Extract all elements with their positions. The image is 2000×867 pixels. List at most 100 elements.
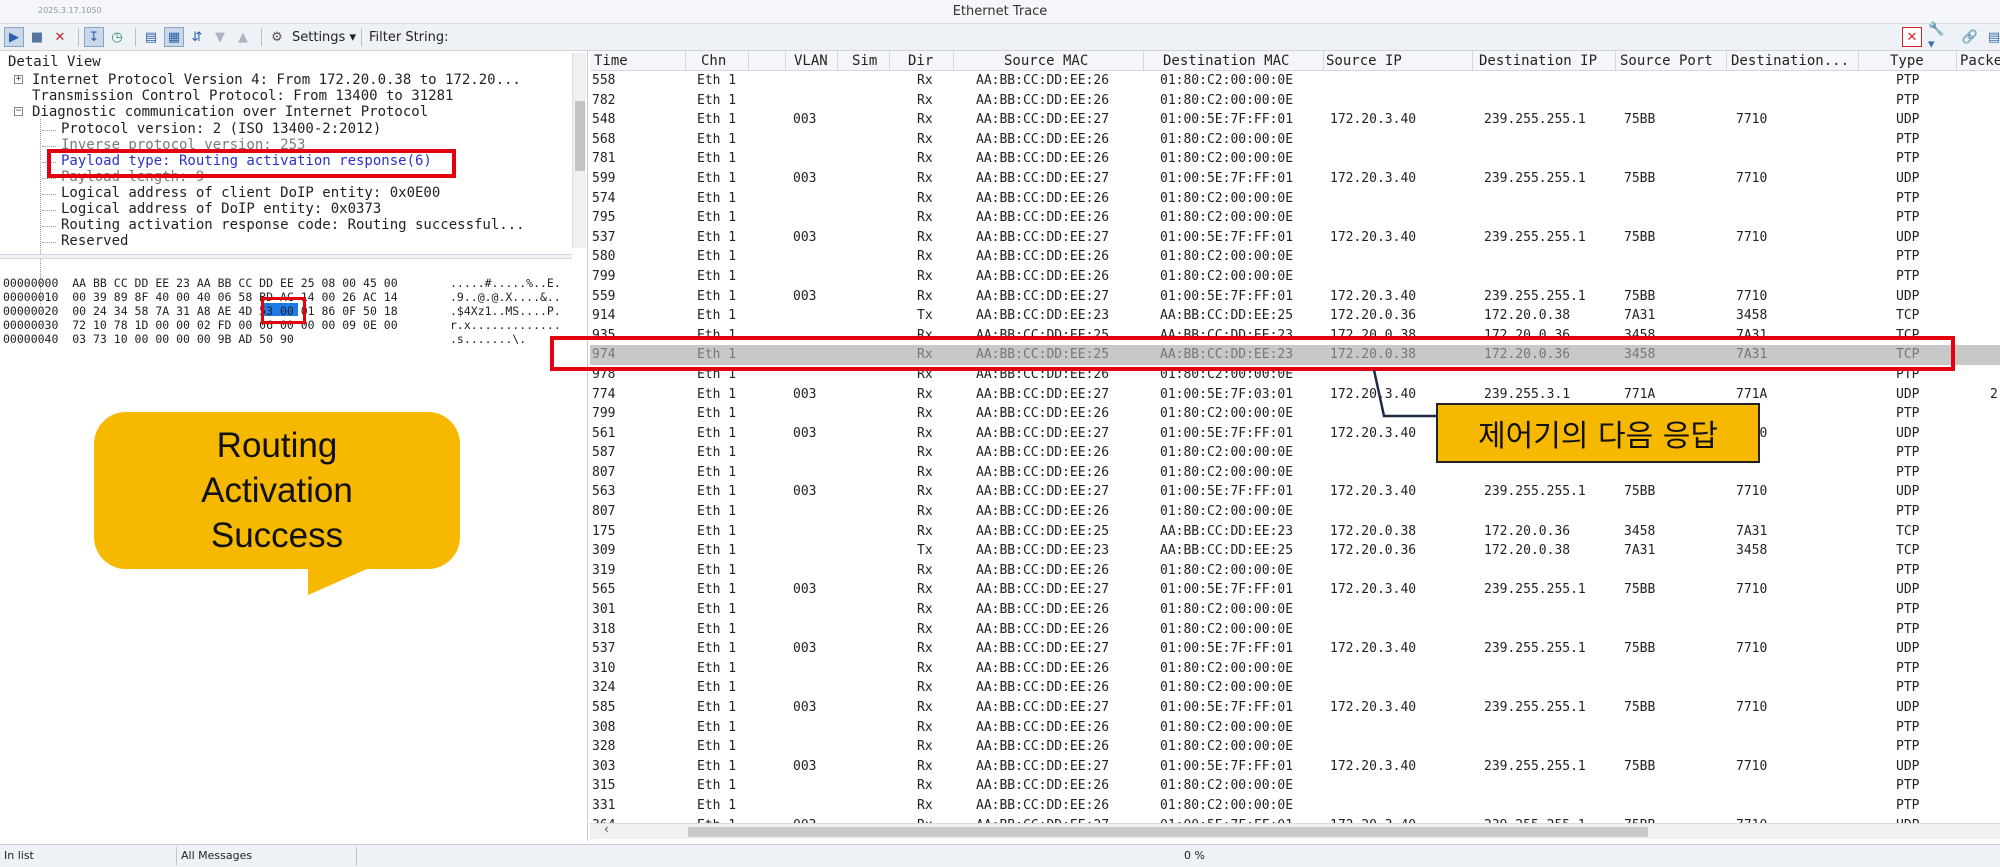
wrench-icon[interactable]: 🔧▾ xyxy=(1928,22,1948,52)
table-row[interactable]: 315 Eth 1 Rx AA:BB:CC:DD:EE:26 01:80:C2:00:0… xyxy=(590,776,2000,796)
hex-view-icon[interactable]: ▦ xyxy=(164,27,184,47)
table-row[interactable]: 537 Eth 1 003 Rx AA:BB:CC:DD:EE:27 01:00:5E:7… xyxy=(590,228,2000,248)
column-source-ip[interactable]: Source IP xyxy=(1326,53,1402,69)
pane-splitter[interactable] xyxy=(0,254,572,259)
table-row[interactable]: 558 Eth 1 Rx AA:BB:CC:DD:EE:26 01:80:C2:00:0… xyxy=(590,71,2000,91)
table-row[interactable]: 303 Eth 1 003 Rx AA:BB:CC:DD:EE:27 01:00:5E:7… xyxy=(590,757,2000,777)
tree-item-response-code[interactable]: Routing activation response code: Routin… xyxy=(61,217,525,233)
column-type[interactable]: Type xyxy=(1890,53,1924,69)
cell-vlan: 003 xyxy=(793,700,817,715)
close-filter-icon[interactable]: ✕ xyxy=(1902,27,1922,47)
table-row[interactable]: 914 Eth 1 Tx AA:BB:CC:DD:EE:23 AA:BB:CC:DD:E… xyxy=(590,306,2000,326)
column-destination-ip[interactable]: Destination IP xyxy=(1479,53,1597,69)
settings-menu[interactable]: Settings ▾ xyxy=(292,30,356,45)
hex-dump[interactable]: 00000000 AA BB CC DD EE 23 AA BB CC DD E… xyxy=(3,262,398,346)
table-row[interactable]: 559 Eth 1 003 Rx AA:BB:CC:DD:EE:27 01:00:5E:7… xyxy=(590,287,2000,307)
table-row[interactable]: 774 Eth 1 003 Rx AA:BB:CC:DD:EE:27 01:00:5E:7… xyxy=(590,385,2000,405)
table-row[interactable]: 795 Eth 1 Rx AA:BB:CC:DD:EE:26 01:80:C2:00:0… xyxy=(590,208,2000,228)
clock-icon[interactable]: ◷ xyxy=(107,27,127,47)
column-source-port[interactable]: Source Port xyxy=(1620,53,1713,69)
table-row[interactable]: 807 Eth 1 Rx AA:BB:CC:DD:EE:26 01:80:C2:00:0… xyxy=(590,463,2000,483)
tree-item-doip-address[interactable]: Logical address of DoIP entity: 0x0373 xyxy=(61,201,381,217)
gear-icon[interactable]: ⚙ xyxy=(267,27,287,47)
detail-scrollbar[interactable] xyxy=(572,53,586,248)
table-row[interactable]: 324 Eth 1 Rx AA:BB:CC:DD:EE:26 01:80:C2:00:0… xyxy=(590,678,2000,698)
cell-smac: AA:BB:CC:DD:EE:26 xyxy=(976,719,1110,735)
table-row[interactable]: 568 Eth 1 Rx AA:BB:CC:DD:EE:26 01:80:C2:00:0… xyxy=(590,130,2000,150)
sort-icon[interactable]: ⇵ xyxy=(187,27,207,47)
hex-ascii[interactable]: .....#.....%..E. .9..@.@.X....&.. .$4Xz1..… xyxy=(450,262,561,346)
cell-dir: Rx xyxy=(917,582,933,598)
table-row[interactable]: 308 Eth 1 Rx AA:BB:CC:DD:EE:26 01:80:C2:00:0… xyxy=(590,718,2000,738)
table-row[interactable]: 175 Eth 1 Rx AA:BB:CC:DD:EE:25 AA:BB:CC:DD:E… xyxy=(590,522,2000,542)
table-horizontal-scrollbar[interactable]: ‹ xyxy=(590,822,2000,839)
table-row[interactable]: 328 Eth 1 Rx AA:BB:CC:DD:EE:26 01:80:C2:00:0… xyxy=(590,737,2000,757)
scrollbar-thumb[interactable] xyxy=(688,827,1648,837)
column-packet[interactable]: Packet xyxy=(1960,53,2000,69)
scroll-left-icon[interactable]: ‹ xyxy=(604,822,609,836)
column-source-mac[interactable]: Source MAC xyxy=(1004,53,1088,69)
scroll-to-end-icon[interactable]: ↧ xyxy=(84,27,104,47)
column-vlan[interactable]: VLAN xyxy=(794,53,828,69)
collapse-icon[interactable]: − xyxy=(14,107,23,116)
table-row[interactable]: 580 Eth 1 Rx AA:BB:CC:DD:EE:26 01:80:C2:00:0… xyxy=(590,247,2000,267)
play-icon[interactable]: ▶ xyxy=(4,27,24,47)
table-row[interactable]: 799 Eth 1 Rx AA:BB:CC:DD:EE:26 01:80:C2:00:0… xyxy=(590,404,2000,424)
tree-item-protocol-version[interactable]: Protocol version: 2 (ISO 13400-2:2012) xyxy=(61,121,381,137)
table-row[interactable]: 781 Eth 1 Rx AA:BB:CC:DD:EE:26 01:80:C2:00:0… xyxy=(590,149,2000,169)
link-icon[interactable]: 🔗 xyxy=(1960,27,1980,47)
clear-icon[interactable]: ✕ xyxy=(50,27,70,47)
column-destination-port[interactable]: Destination... xyxy=(1731,53,1849,69)
cell-smac: AA:BB:CC:DD:EE:26 xyxy=(976,406,1110,422)
table-row[interactable]: 587 Eth 1 Rx AA:BB:CC:DD:EE:26 01:80:C2:00:0… xyxy=(590,443,2000,463)
table-row[interactable]: 548 Eth 1 003 Rx AA:BB:CC:DD:EE:27 01:00:5E:7… xyxy=(590,110,2000,130)
cell-smac: AA:BB:CC:DD:EE:27 xyxy=(976,484,1110,500)
column-time[interactable]: Time xyxy=(594,53,628,69)
stop-icon[interactable]: ■ xyxy=(27,27,47,47)
table-row[interactable]: 807 Eth 1 Rx AA:BB:CC:DD:EE:26 01:80:C2:00:0… xyxy=(590,502,2000,522)
table-row[interactable]: 599 Eth 1 003 Rx AA:BB:CC:DD:EE:27 01:00:5E:7… xyxy=(590,169,2000,189)
table-row[interactable]: 574 Eth 1 Rx AA:BB:CC:DD:EE:26 01:80:C2:00:0… xyxy=(590,189,2000,209)
cell-dip: 239.255.3.1 xyxy=(1484,386,1571,402)
table-row[interactable]: 309 Eth 1 Tx AA:BB:CC:DD:EE:23 AA:BB:CC:DD:E… xyxy=(590,541,2000,561)
cell-chn: Eth 1 xyxy=(697,170,737,186)
column-chn[interactable]: Chn xyxy=(701,53,726,69)
cell-chn: Eth 1 xyxy=(697,268,737,284)
more-icon[interactable]: ▤ xyxy=(1984,27,2000,47)
tree-item-tcp[interactable]: Transmission Control Protocol: From 1340… xyxy=(32,88,453,104)
table-row[interactable]: 561 Eth 1 003 Rx AA:BB:CC:DD:EE:27 01:00:5E:7… xyxy=(590,424,2000,444)
table-row[interactable]: 782 Eth 1 Rx AA:BB:CC:DD:EE:26 01:80:C2:00:0… xyxy=(590,91,2000,111)
cell-smac: AA:BB:CC:DD:EE:26 xyxy=(976,249,1110,265)
table-row[interactable]: 310 Eth 1 Rx AA:BB:CC:DD:EE:26 01:80:C2:00:0… xyxy=(590,659,2000,679)
cell-dmac: 01:00:5E:7F:03:01 xyxy=(1160,386,1294,402)
table-row[interactable]: 563 Eth 1 003 Rx AA:BB:CC:DD:EE:27 01:00:5E:7… xyxy=(590,482,2000,502)
down-arrow-icon[interactable]: ▼ xyxy=(210,27,230,47)
scrollbar-thumb[interactable] xyxy=(575,101,585,171)
column-dir[interactable]: Dir xyxy=(908,53,933,69)
table-row[interactable]: 319 Eth 1 Rx AA:BB:CC:DD:EE:26 01:80:C2:00:0… xyxy=(590,561,2000,581)
tree-item-ipv4[interactable]: Internet Protocol Version 4: From 172.20… xyxy=(32,72,521,88)
detail-view-icon[interactable]: ▤ xyxy=(141,27,161,47)
hex-line: 00000040 03 73 10 00 00 00 00 9B AD 50 9… xyxy=(3,332,294,346)
cell-smac: AA:BB:CC:DD:EE:27 xyxy=(976,170,1110,186)
tree-item-client-address[interactable]: Logical address of client DoIP entity: 0… xyxy=(61,185,440,201)
table-row[interactable]: 537 Eth 1 003 Rx AA:BB:CC:DD:EE:27 01:00:5E:7… xyxy=(590,639,2000,659)
up-arrow-icon[interactable]: ▲ xyxy=(233,27,253,47)
column-destination-mac[interactable]: Destination MAC xyxy=(1163,53,1289,69)
table-row[interactable]: 585 Eth 1 003 Rx AA:BB:CC:DD:EE:27 01:00:5E:7… xyxy=(590,698,2000,718)
tree-item-doip[interactable]: Diagnostic communication over Internet P… xyxy=(32,104,428,120)
cell-sip: 172.20.3.40 xyxy=(1330,112,1417,128)
cell-smac: AA:BB:CC:DD:EE:26 xyxy=(976,131,1110,147)
table-row[interactable]: 318 Eth 1 Rx AA:BB:CC:DD:EE:26 01:80:C2:00:0… xyxy=(590,620,2000,640)
tree-item-reserved[interactable]: Reserved xyxy=(61,233,128,249)
expand-icon[interactable]: + xyxy=(14,75,23,84)
cell-time: 565 xyxy=(592,582,616,598)
cell-type: UDP xyxy=(1896,112,1920,128)
table-row[interactable]: 565 Eth 1 003 Rx AA:BB:CC:DD:EE:27 01:00:5E:7… xyxy=(590,580,2000,600)
table-row[interactable]: 799 Eth 1 Rx AA:BB:CC:DD:EE:26 01:80:C2:00:0… xyxy=(590,267,2000,287)
cell-smac: AA:BB:CC:DD:EE:27 xyxy=(976,641,1110,657)
table-row[interactable]: 331 Eth 1 Rx AA:BB:CC:DD:EE:26 01:80:C2:00:0… xyxy=(590,796,2000,816)
table-row[interactable]: 301 Eth 1 Rx AA:BB:CC:DD:EE:26 01:80:C2:00:0… xyxy=(590,600,2000,620)
column-sim[interactable]: Sim xyxy=(852,53,877,69)
cell-dir: Rx xyxy=(917,73,933,88)
